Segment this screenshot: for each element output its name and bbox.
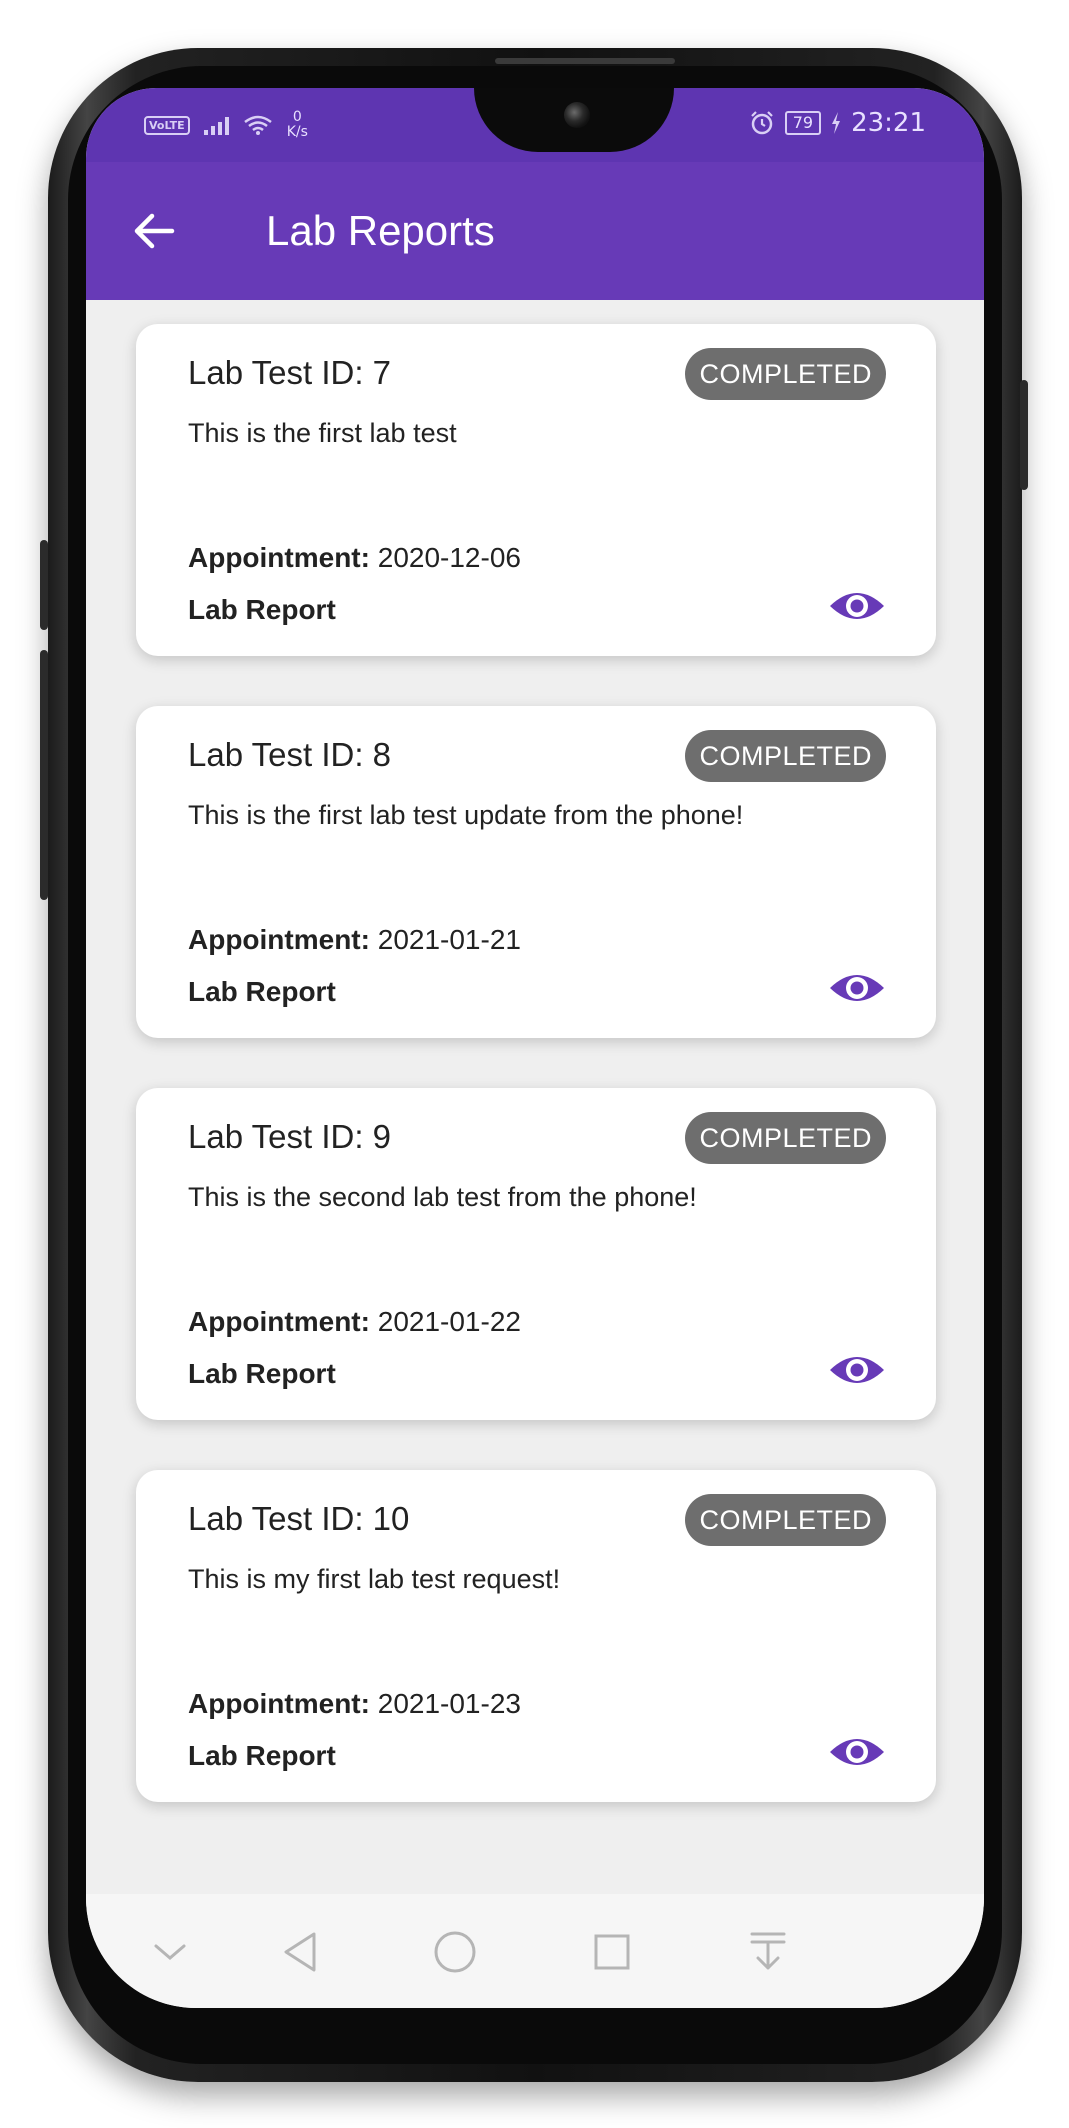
arrow-left-icon <box>134 213 175 249</box>
phone-volume-up-button <box>40 540 48 630</box>
appointment-row: Appointment: 2021-01-22 <box>188 1306 521 1338</box>
appointment-label: Appointment: <box>188 924 370 955</box>
wifi-icon <box>243 115 272 135</box>
lab-test-list: Lab Test ID: 7 COMPLETED This is the fir… <box>86 300 984 1894</box>
lab-test-description: This is the first lab test <box>188 418 457 448</box>
lab-test-id: Lab Test ID: 10 <box>188 1500 410 1537</box>
notification-pull-icon <box>750 1932 786 1970</box>
status-badge: COMPLETED <box>685 1112 886 1164</box>
chevron-down-icon <box>154 1944 186 1960</box>
page-title: Lab Reports <box>266 207 495 254</box>
eye-icon <box>830 1357 884 1383</box>
lab-report-label: Lab Report <box>188 1740 336 1771</box>
eye-icon <box>830 593 884 619</box>
status-bar-right: 79 23:21 <box>749 108 926 138</box>
status-badge: COMPLETED <box>685 730 886 782</box>
recents-square-icon <box>594 1934 630 1970</box>
lab-test-id: Lab Test ID: 7 <box>188 354 392 391</box>
volte-icon: VoLTE <box>144 115 190 135</box>
front-camera <box>564 102 590 128</box>
nav-notification-button[interactable] <box>738 1922 798 1982</box>
appointment-date: 2021-01-22 <box>377 1306 521 1337</box>
signal-icon <box>203 115 229 135</box>
nav-recents-button[interactable] <box>582 1922 642 1982</box>
lab-test-id: Lab Test ID: 8 <box>188 736 392 773</box>
home-circle-icon <box>434 1931 476 1973</box>
status-badge: COMPLETED <box>685 348 886 400</box>
appointment-date: 2020-12-06 <box>377 542 521 573</box>
lab-report-label: Lab Report <box>188 1358 336 1389</box>
view-report-button[interactable] <box>828 1732 886 1772</box>
status-bar-left: VoLTE 0 K/s <box>144 110 308 140</box>
status-bar: VoLTE 0 K/s 79 23:21 <box>86 88 984 162</box>
phone-speaker <box>495 58 675 64</box>
status-time: 23:21 <box>851 108 926 138</box>
view-report-button[interactable] <box>828 1350 886 1390</box>
appointment-date: 2021-01-21 <box>377 924 521 955</box>
nav-hide-button[interactable] <box>140 1922 200 1982</box>
appointment-row: Appointment: 2020-12-06 <box>188 542 521 574</box>
lab-test-card[interactable]: Lab Test ID: 10 COMPLETED This is my fir… <box>136 1470 936 1802</box>
app-bar: Lab Reports <box>86 162 984 300</box>
screen: VoLTE 0 K/s 79 23:21 Lab Reports Lab Tes… <box>86 88 984 2008</box>
charging-bolt-icon <box>832 112 841 134</box>
lab-test-description: This is the first lab test update from t… <box>188 800 744 830</box>
phone-volume-down-button <box>40 650 48 900</box>
network-speed-unit: K/s <box>286 124 308 140</box>
appointment-label: Appointment: <box>188 1688 370 1719</box>
view-report-button[interactable] <box>828 968 886 1008</box>
battery-icon: 79 <box>784 111 822 135</box>
appointment-row: Appointment: 2021-01-21 <box>188 924 521 956</box>
eye-icon <box>830 975 884 1001</box>
appointment-label: Appointment: <box>188 1306 370 1337</box>
lab-test-id: Lab Test ID: 9 <box>188 1118 392 1155</box>
view-report-button[interactable] <box>828 586 886 626</box>
nav-home-button[interactable] <box>425 1922 485 1982</box>
lab-report-label: Lab Report <box>188 976 336 1007</box>
appointment-date: 2021-01-23 <box>377 1688 521 1719</box>
eye-icon <box>830 1739 884 1765</box>
system-nav-bar <box>86 1894 984 2008</box>
back-button[interactable] <box>126 206 182 256</box>
phone-power-button <box>1020 380 1028 490</box>
nav-back-button[interactable] <box>270 1922 330 1982</box>
lab-test-card[interactable]: Lab Test ID: 7 COMPLETED This is the fir… <box>136 324 936 656</box>
alarm-icon <box>750 111 773 135</box>
lab-report-label: Lab Report <box>188 594 336 625</box>
lab-test-card[interactable]: Lab Test ID: 9 COMPLETED This is the sec… <box>136 1088 936 1420</box>
appointment-label: Appointment: <box>188 542 370 573</box>
network-speed-value: 0 <box>292 109 302 125</box>
network-speed: 0 K/s <box>287 110 308 140</box>
appointment-row: Appointment: 2021-01-23 <box>188 1688 521 1720</box>
lab-test-description: This is my first lab test request! <box>188 1564 561 1594</box>
lab-test-card[interactable]: Lab Test ID: 8 COMPLETED This is the fir… <box>136 706 936 1038</box>
lab-test-description: This is the second lab test from the pho… <box>188 1182 697 1212</box>
status-badge: COMPLETED <box>685 1494 886 1546</box>
camera-notch <box>474 88 674 152</box>
back-triangle-icon <box>284 1932 316 1972</box>
stage: VoLTE 0 K/s 79 23:21 Lab Reports Lab Tes… <box>0 0 1069 2128</box>
